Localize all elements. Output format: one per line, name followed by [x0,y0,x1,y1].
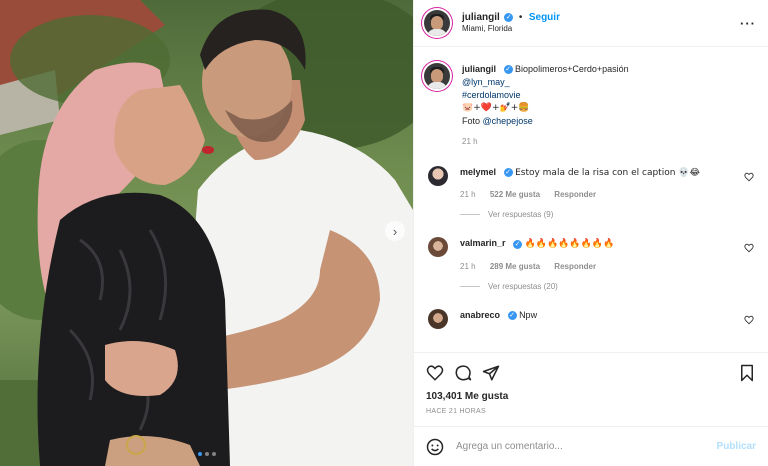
comment-composer: Agrega un comentario... Publicar [414,426,768,466]
bookmark-icon[interactable] [738,364,756,382]
author-avatar[interactable] [424,10,450,36]
reply-button[interactable]: Responder [554,262,596,271]
photo-illustration [0,0,413,466]
caption-photo-prefix: Foto [462,116,481,127]
verified-badge-icon: ✓ [503,167,513,177]
comment-body: anabreco ✓ Npw [460,309,730,329]
replies-divider [460,286,480,288]
comment-item: melymel ✓ Estoy mala de la risa con el c… [424,165,754,201]
emoji-icon[interactable] [426,438,444,456]
instagram-post-view: › juliangil ✓ • Seguir Miami, Florida ··… [0,0,768,466]
post-location[interactable]: Miami, Florida [462,24,560,35]
chevron-right-icon[interactable]: › [385,221,405,241]
post-actions-section: 103,401 Me gusta HACE 21 HORAS [414,352,768,426]
post-photo[interactable]: › [0,0,413,466]
likes-count[interactable]: 103,401 Me gusta [426,391,756,402]
comment-body: melymel ✓ Estoy mala de la risa con el c… [460,166,730,201]
caption-photo-credit[interactable]: @chepejose [483,116,533,126]
caption-text: Biopolimeros+Cerdo+pasión [515,64,629,74]
view-replies-button[interactable]: Ver respuestas (9) [460,210,754,219]
comment-item: valmarin_r ✓ 🔥🔥🔥🔥🔥🔥🔥🔥 21 h 289 Me gusta … [424,237,754,272]
carousel-indicator [0,452,413,456]
comment-meta: 21 h 289 Me gusta Responder [460,261,730,273]
comment-heart-icon[interactable] [744,315,754,325]
comment-username[interactable]: anabreco [460,310,500,320]
comment-time[interactable]: 21 h [460,262,476,271]
view-replies-label: Ver respuestas (20) [488,282,558,292]
commenter-avatar[interactable] [428,165,448,186]
comment-likes[interactable]: 522 Me gusta [490,190,540,199]
comment-icon[interactable] [454,364,472,382]
caption-emoji-line: 🐷+❤️+💅+🍔 [462,103,530,114]
author-info: juliangil ✓ • Seguir Miami, Florida [462,11,560,35]
post-timestamp[interactable]: HACE 21 HORAS [426,408,756,415]
comment-time[interactable]: 21 h [460,190,476,199]
verified-badge-icon: ✓ [504,12,514,22]
comment-heart-icon[interactable] [744,243,754,253]
more-options-icon[interactable]: ··· [740,16,756,31]
commenter-avatar[interactable] [428,237,448,258]
carousel-dot-1 [197,452,202,456]
caption-body: juliangil ✓ Biopolimeros+Cerdo+pasión @l… [462,63,629,148]
separator-dot: • [518,11,523,23]
post-header: juliangil ✓ • Seguir Miami, Florida ··· [414,0,768,47]
commenter-avatar[interactable] [428,309,448,330]
view-replies-label: Ver respuestas (9) [488,210,554,220]
comment-text: Estoy mala de la risa con el caption 💀😂 [515,167,700,178]
comment-username[interactable]: valmarin_r [460,238,506,248]
verified-badge-icon: ✓ [503,65,513,75]
caption-time[interactable]: 21 h [462,136,629,148]
post-side-panel: juliangil ✓ • Seguir Miami, Florida ··· … [413,0,768,466]
comment-text: 🔥🔥🔥🔥🔥🔥🔥🔥 [524,239,615,250]
post-caption: juliangil ✓ Biopolimeros+Cerdo+pasión @l… [424,63,754,148]
reply-button[interactable]: Responder [554,190,596,199]
carousel-dot-3 [211,452,216,456]
publish-button[interactable]: Publicar [717,441,756,452]
comment-username[interactable]: melymel [460,167,496,177]
comment-meta: 21 h 522 Me gusta Responder [460,189,730,201]
carousel-dot-2 [204,452,209,456]
action-bar [426,361,756,385]
author-username[interactable]: juliangil [462,12,500,23]
replies-divider [460,214,480,216]
comment-item: anabreco ✓ Npw [424,309,754,330]
comment-body: valmarin_r ✓ 🔥🔥🔥🔥🔥🔥🔥🔥 21 h 289 Me gusta … [460,237,730,272]
follow-button[interactable]: Seguir [529,12,560,23]
caption-hashtag[interactable]: #cerdolamovie [462,89,629,102]
comment-text: Npw [519,310,538,321]
verified-badge-icon: ✓ [507,311,517,321]
caption-username[interactable]: juliangil [462,64,496,74]
caption-avatar[interactable] [424,63,450,89]
heart-icon[interactable] [426,364,444,382]
verified-badge-icon: ✓ [513,239,523,249]
caption-mention[interactable]: @lyn_may_ [462,76,629,89]
comment-input[interactable]: Agrega un comentario... [456,441,717,452]
view-replies-button[interactable]: Ver respuestas (20) [460,282,754,291]
comment-heart-icon[interactable] [744,172,754,182]
comments-list[interactable]: juliangil ✓ Biopolimeros+Cerdo+pasión @l… [414,47,768,352]
share-icon[interactable] [482,364,500,382]
comment-likes[interactable]: 289 Me gusta [490,262,540,271]
